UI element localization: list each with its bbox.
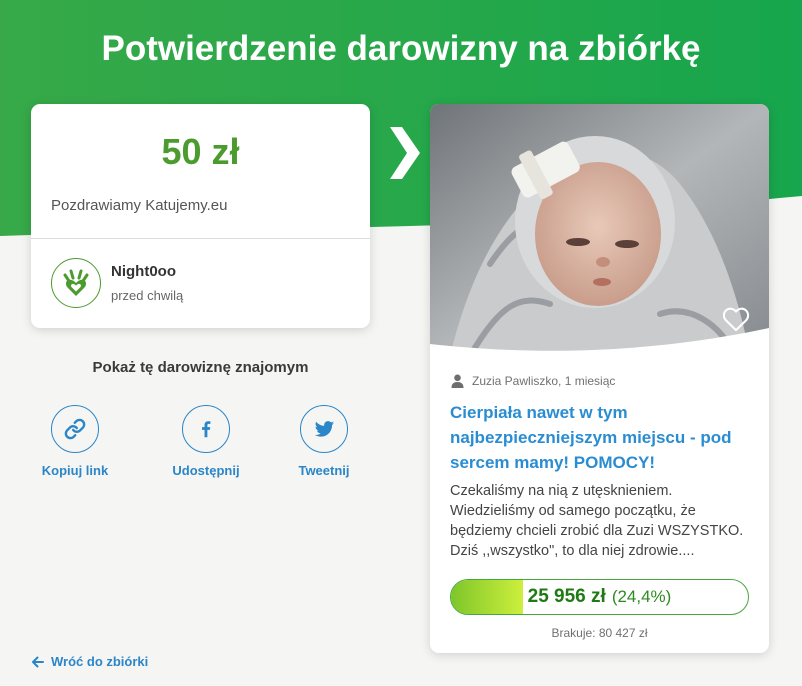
facebook-share-label[interactable]: Udostępnij xyxy=(151,462,261,480)
share-heading: Pokaż tę darowiznę znajomym xyxy=(92,359,309,376)
raised-percent: (24,4%) xyxy=(611,587,672,606)
divider xyxy=(31,238,370,239)
page-title: Potwierdzenie darowizny na zbiórkę xyxy=(101,29,701,68)
raised-amount: 25 956 zł xyxy=(527,586,606,607)
campaign-title[interactable]: Cierpiała nawet w tym najbezpieczniejszy… xyxy=(450,400,750,475)
campaign-author: Zuzia Pawliszko, 1 miesiąc xyxy=(472,374,616,388)
photo-nose xyxy=(596,257,610,267)
twitter-share-label[interactable]: Tweetnij xyxy=(269,462,379,480)
page: Potwierdzenie darowizny na zbiórkę 50 zł… xyxy=(0,0,802,686)
copy-link-label[interactable]: Kopiuj link xyxy=(20,462,130,480)
heart-outline-icon[interactable] xyxy=(722,306,750,332)
copy-link-button[interactable]: Kopiuj link xyxy=(20,405,130,481)
avatar xyxy=(51,258,101,308)
arrow-left-icon xyxy=(32,656,44,668)
campaign-photo[interactable] xyxy=(430,104,769,356)
campaign-description: Czekaliśmy na nią z utęsknieniem. Wiedzi… xyxy=(450,483,744,559)
donation-amount: 50 zł xyxy=(161,131,240,172)
missing-amount: Brakuje: 80 427 zł xyxy=(551,626,648,640)
back-link-label[interactable]: Wróć do zbiórki xyxy=(51,653,148,671)
facebook-share-button[interactable]: Udostępnij xyxy=(151,405,261,481)
facebook-share-circle[interactable] xyxy=(182,405,230,453)
donation-time: przed chwilą xyxy=(111,288,184,303)
facebook-icon xyxy=(202,421,211,438)
donation-card: 50 zł Pozdrawiamy Katujemy.eu Night0oo p… xyxy=(31,104,370,328)
progress-bar: 25 956 zł (24,4%) xyxy=(450,579,749,615)
photo-eye-left xyxy=(566,238,590,246)
back-to-campaign-link[interactable]: Wróć do zbiórki xyxy=(31,653,171,671)
donor-name: Night0oo xyxy=(111,263,176,280)
user-icon xyxy=(451,374,464,388)
copy-link-circle[interactable] xyxy=(51,405,99,453)
twitter-share-circle[interactable] xyxy=(300,405,348,453)
photo-eye-right xyxy=(615,240,639,248)
twitter-icon xyxy=(314,420,334,437)
link-icon xyxy=(64,418,86,440)
photo-mouth xyxy=(593,278,611,286)
twitter-share-button[interactable]: Tweetnij xyxy=(269,405,379,481)
hand-heart-icon xyxy=(63,269,89,296)
progress-text: 25 956 zł (24,4%) xyxy=(451,580,748,614)
campaign-card[interactable]: Zuzia Pawliszko, 1 miesiąc Cierpiała naw… xyxy=(430,104,769,653)
arrow-right-icon xyxy=(390,127,420,179)
donation-message: Pozdrawiamy Katujemy.eu xyxy=(51,197,228,214)
